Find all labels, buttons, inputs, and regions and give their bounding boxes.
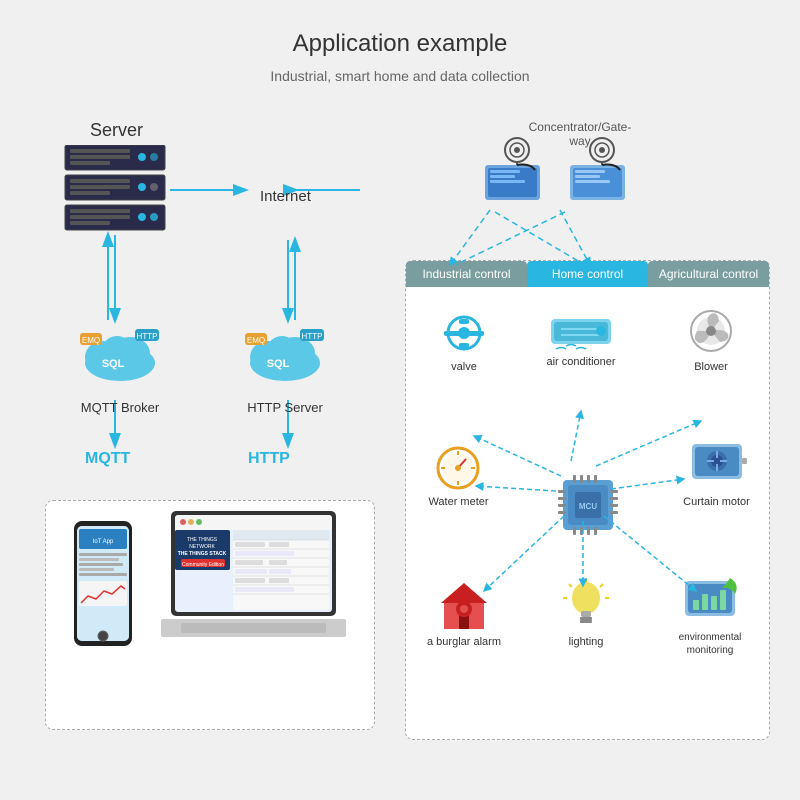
mqtt-protocol-label: MQTT bbox=[85, 450, 130, 468]
http-server-label: HTTP Server bbox=[225, 400, 345, 415]
diagram-area: Server bbox=[30, 100, 770, 780]
water-meter-label: Water meter bbox=[416, 496, 501, 508]
water-meter-icon: Water meter bbox=[416, 441, 501, 508]
curtain-motor-icon: Curtain motor bbox=[674, 436, 759, 508]
laptop-device: THE THINGS NETWORK THE THINGS STACK Comm… bbox=[161, 511, 346, 646]
concentrator-devices bbox=[480, 135, 640, 220]
svg-text:THE THINGS: THE THINGS bbox=[187, 537, 218, 543]
valve-icon: valve bbox=[424, 311, 504, 373]
svg-text:Community Edition: Community Edition bbox=[182, 562, 224, 568]
svg-text:THE THINGS STACK: THE THINGS STACK bbox=[178, 551, 227, 557]
alarm-icon: a burglar alarm bbox=[424, 581, 504, 648]
tab-industrial: Industrial control bbox=[406, 261, 527, 287]
valve-label: valve bbox=[424, 361, 504, 373]
curtain-motor-label: Curtain motor bbox=[674, 496, 759, 508]
tab-agricultural: Agricultural control bbox=[648, 261, 769, 287]
svg-text:SQL: SQL bbox=[267, 358, 290, 370]
internet-label: Internet bbox=[260, 188, 311, 205]
center-chip: MCU bbox=[553, 470, 623, 545]
mqtt-broker-area: SQL EMQ HTTP MQTT Broker bbox=[60, 320, 180, 415]
svg-text:EMQ: EMQ bbox=[82, 336, 100, 345]
server-label: Server bbox=[90, 120, 143, 141]
tabs-row: Industrial control Home control Agricult… bbox=[406, 261, 769, 287]
svg-text:HTTP: HTTP bbox=[137, 332, 158, 341]
env-monitor-icon: environmental monitoring bbox=[664, 576, 756, 657]
page-subtitle: Industrial, smart home and data collecti… bbox=[0, 68, 800, 84]
lighting-icon: lighting bbox=[546, 576, 626, 648]
ac-label: air conditioner bbox=[536, 356, 626, 368]
svg-text:SQL: SQL bbox=[102, 358, 125, 370]
blower-label: Blower bbox=[671, 361, 751, 373]
iot-panel: Industrial control Home control Agricult… bbox=[405, 260, 770, 740]
blower-icon: Blower bbox=[671, 306, 751, 373]
ac-icon: air conditioner bbox=[536, 311, 626, 368]
devices-area: IoT App bbox=[45, 500, 375, 730]
server-icon bbox=[60, 145, 170, 235]
alarm-label: a burglar alarm bbox=[424, 636, 504, 648]
env-monitor-label: environmental monitoring bbox=[664, 631, 756, 657]
svg-text:IoT App: IoT App bbox=[93, 539, 114, 545]
svg-text:MCU: MCU bbox=[578, 502, 596, 511]
page-title: Application example bbox=[0, 0, 800, 58]
http-protocol-label: HTTP bbox=[248, 450, 290, 468]
phone-device: IoT App bbox=[66, 521, 146, 656]
svg-text:HTTP: HTTP bbox=[302, 332, 323, 341]
tab-home: Home control bbox=[527, 261, 648, 287]
lighting-label: lighting bbox=[546, 636, 626, 648]
svg-text:EMQ: EMQ bbox=[247, 336, 265, 345]
mqtt-broker-label: MQTT Broker bbox=[60, 400, 180, 415]
svg-text:NETWORK: NETWORK bbox=[189, 544, 215, 550]
http-server-area: SQL EMQ HTTP HTTP Server bbox=[225, 320, 345, 415]
page: { "title": "Application example", "subti… bbox=[0, 0, 800, 800]
